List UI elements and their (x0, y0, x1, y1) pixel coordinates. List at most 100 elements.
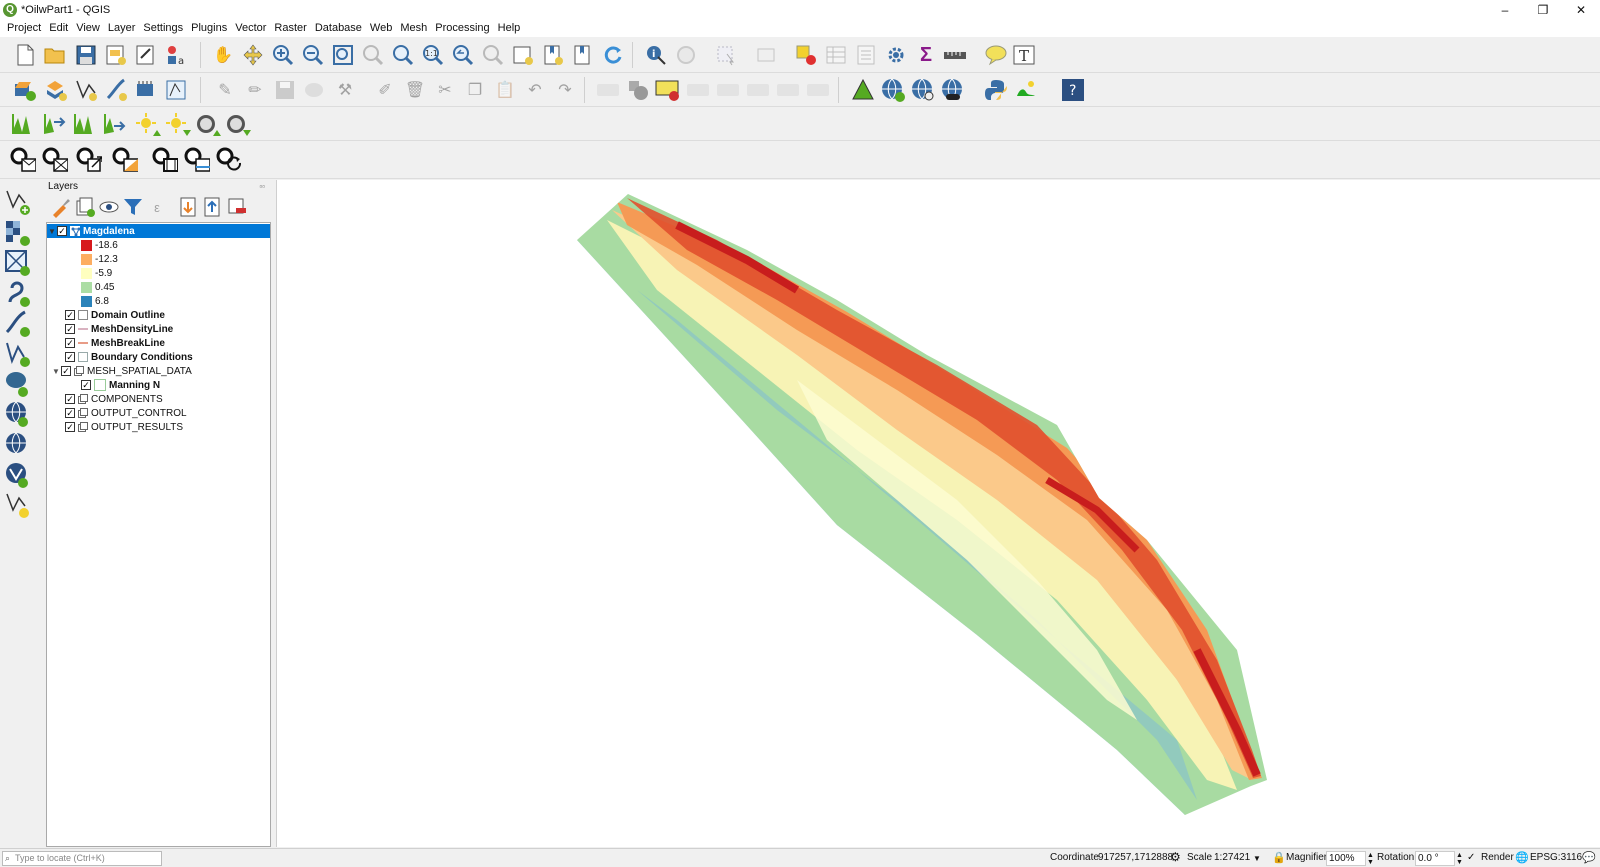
style-manager-button[interactable]: a (163, 42, 189, 68)
add-spatialite-side-button[interactable] (4, 310, 30, 337)
move-label-button[interactable] (745, 77, 771, 103)
minimize-button[interactable]: – (1486, 0, 1524, 19)
menu-project[interactable]: Project (3, 22, 45, 34)
group-row-output-control[interactable]: ✓ OUTPUT_CONTROL (47, 406, 270, 420)
mesh-frame-button[interactable] (152, 147, 178, 173)
zoom-full-button[interactable] (330, 42, 356, 68)
new-map-view-button[interactable] (510, 42, 536, 68)
new-project-button[interactable] (12, 42, 38, 68)
layer-checkbox[interactable]: ✓ (65, 310, 75, 320)
mesh-new-button[interactable] (10, 147, 36, 173)
layer-row-domain-outline[interactable]: ✓ Domain Outline (47, 308, 270, 322)
copy-features-button[interactable]: ❐ (462, 77, 488, 103)
data-source-manager-button[interactable] (12, 77, 38, 103)
magnifier-spinbox[interactable]: 100% (1326, 851, 1366, 866)
spin-arrows-icon[interactable]: ▲ ▼ (1456, 852, 1463, 866)
zoom-native-button[interactable]: 1:1 (420, 42, 446, 68)
help-button[interactable]: ? (1060, 77, 1086, 103)
collapse-arrow-icon[interactable]: ▼ (51, 367, 61, 376)
layer-checkbox[interactable]: ✓ (65, 324, 75, 334)
mesh-delete-button[interactable] (42, 147, 68, 173)
profile-compare-button[interactable] (102, 111, 128, 137)
metasearch-button[interactable] (940, 77, 966, 103)
select-features-button[interactable] (713, 42, 739, 68)
layer-row-mesh-break-line[interactable]: ✓ MeshBreakLine (47, 336, 270, 350)
collapse-all-button[interactable] (200, 194, 226, 220)
map-tips-button[interactable] (983, 42, 1009, 68)
crs-globe-icon[interactable]: 🌐 (1515, 851, 1529, 864)
layers-tree[interactable]: ▼ ✓ Magdalena -18.6 -12.3 -5.9 0.45 6.8 … (46, 222, 271, 847)
spin-arrows-icon[interactable]: ▲ ▼ (1367, 852, 1374, 866)
select-by-value-button[interactable] (753, 42, 779, 68)
close-button[interactable]: ✕ (1562, 0, 1600, 19)
messages-icon[interactable]: 💬 (1582, 851, 1596, 864)
run-action-button[interactable] (673, 42, 699, 68)
pin-labels-button[interactable] (685, 77, 711, 103)
highlight-pinned-labels-button[interactable] (655, 77, 681, 103)
refresh-button[interactable] (600, 42, 626, 68)
rotation-spinbox[interactable]: 0.0 ° (1415, 851, 1455, 866)
map-canvas[interactable] (276, 180, 1600, 847)
expand-all-button[interactable] (176, 194, 202, 220)
open-attribute-table-button[interactable] (823, 42, 849, 68)
add-vector-layer-button[interactable] (73, 77, 99, 103)
add-delimited-text-side-button[interactable] (4, 281, 30, 307)
add-virtual-layer-side-button[interactable] (4, 341, 30, 367)
mesh-edit-button[interactable] (112, 147, 138, 173)
group-checkbox[interactable]: ✓ (65, 422, 75, 432)
collapse-arrow-icon[interactable]: ▼ (47, 227, 57, 236)
zoom-next-button[interactable] (480, 42, 506, 68)
menu-view[interactable]: View (72, 22, 104, 34)
measure-button[interactable] (943, 42, 969, 68)
menu-web[interactable]: Web (366, 22, 396, 34)
add-wms-layer-button[interactable] (880, 77, 906, 103)
panel-float-close-icon[interactable]: ▫▫ (259, 180, 265, 194)
crs-button[interactable]: EPSG:3116 (1530, 852, 1582, 863)
show-bookmarks-button[interactable] (570, 42, 596, 68)
modify-attributes-button[interactable]: ✐ (372, 77, 398, 103)
filter-by-expression-button[interactable]: ε (144, 194, 170, 220)
redo-button[interactable]: ↷ (552, 77, 578, 103)
add-postgis-side-button[interactable] (4, 371, 30, 397)
toggle-extents-icon[interactable]: ⚙ (1170, 850, 1181, 864)
add-raster-layer-button[interactable] (43, 77, 69, 103)
mesh-plugin-button[interactable] (1013, 77, 1039, 103)
pan-to-selection-button[interactable] (240, 42, 266, 68)
menu-database[interactable]: Database (311, 22, 366, 34)
add-wms-side-button[interactable] (4, 401, 30, 427)
coordinate-field[interactable]: 917257,1712888 (1096, 851, 1173, 866)
locator-search-input[interactable]: ⌕ Type to locate (Ctrl+K) (2, 851, 162, 866)
group-checkbox[interactable]: ✓ (65, 408, 75, 418)
menu-vector[interactable]: Vector (231, 22, 270, 34)
change-label-button[interactable] (805, 77, 831, 103)
add-delimited-text-button[interactable] (103, 77, 129, 103)
chevron-down-icon[interactable]: ▼ (1253, 854, 1261, 863)
new-temporary-layer-side-button[interactable] (4, 492, 30, 518)
manage-map-themes-button[interactable] (96, 194, 122, 220)
group-row-components[interactable]: ✓ COMPONENTS (47, 392, 270, 406)
undo-button[interactable]: ↶ (522, 77, 548, 103)
identify-button[interactable]: i (643, 42, 669, 68)
group-row-mesh-spatial-data[interactable]: ▼ ✓ MESH_SPATIAL_DATA (47, 364, 270, 378)
profile-view-button[interactable] (72, 111, 98, 137)
grass-triangle-button[interactable] (850, 77, 876, 103)
add-vector-layer-side-button[interactable] (4, 189, 30, 215)
mesh-export-button[interactable] (76, 147, 102, 173)
search-metadata-button[interactable] (910, 77, 936, 103)
cut-features-button[interactable]: ✂ (432, 77, 458, 103)
pan-button[interactable]: ✋ (210, 42, 236, 68)
zoom-out-button[interactable] (300, 42, 326, 68)
open-project-button[interactable] (42, 42, 68, 68)
group-checkbox[interactable]: ✓ (61, 366, 71, 376)
add-feature-button[interactable] (302, 77, 328, 103)
add-virtual-layer-button[interactable] (133, 77, 159, 103)
zoom-last-button[interactable] (450, 42, 476, 68)
menu-plugins[interactable]: Plugins (187, 22, 231, 34)
layer-diagram-button[interactable] (625, 77, 651, 103)
circle-down-button[interactable] (225, 111, 251, 137)
zoom-to-selection-button[interactable] (360, 42, 386, 68)
sun-down-button[interactable] (165, 111, 191, 137)
digitize-button[interactable]: ✏ (242, 77, 268, 103)
processing-toolbox-button[interactable] (883, 42, 909, 68)
layout-manager-button[interactable] (133, 42, 159, 68)
